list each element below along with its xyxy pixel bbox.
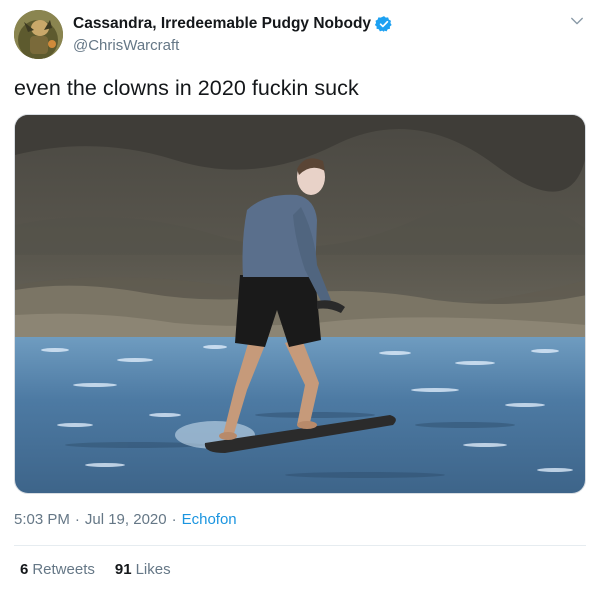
tweet-source-link[interactable]: Echofon (182, 511, 237, 528)
tweet-date[interactable]: Jul 19, 2020 (85, 511, 167, 528)
display-name-row: Cassandra, Irredeemable Pudgy Nobody (73, 14, 393, 34)
likes-stat[interactable]: 91 Likes (115, 561, 171, 578)
avatar-image (14, 10, 63, 59)
surfer-photo (15, 115, 585, 493)
retweets-count: 6 (20, 561, 29, 578)
retweets-label: Retweets (32, 561, 95, 578)
chevron-down-icon[interactable] (568, 12, 586, 30)
likes-count: 91 (114, 561, 132, 578)
display-name[interactable]: Cassandra, Irredeemable Pudgy Nobody (73, 15, 371, 33)
user-names: Cassandra, Irredeemable Pudgy Nobody @Ch… (73, 14, 393, 54)
divider (14, 545, 586, 546)
user-handle[interactable]: @ChrisWarcraft (73, 37, 393, 54)
meta-separator: · (74, 511, 80, 528)
tweet-text: even the clowns in 2020 fuckin suck (14, 76, 359, 100)
likes-label: Likes (135, 561, 171, 578)
tweet-card: Cassandra, Irredeemable Pudgy Nobody @Ch… (0, 0, 600, 593)
tweet-stats: 6 Retweets 91 Likes (20, 561, 191, 578)
verified-badge-icon (375, 16, 392, 32)
avatar[interactable] (14, 10, 63, 59)
meta-separator-2: · (171, 511, 177, 528)
tweet-media-photo[interactable] (14, 114, 586, 494)
tweet-header: Cassandra, Irredeemable Pudgy Nobody @Ch… (14, 10, 586, 60)
retweets-stat[interactable]: 6 Retweets (20, 561, 95, 578)
tweet-timestamp: 5:03 PM · Jul 19, 2020 · Echofon (14, 511, 237, 528)
tweet-time[interactable]: 5:03 PM (14, 511, 70, 528)
